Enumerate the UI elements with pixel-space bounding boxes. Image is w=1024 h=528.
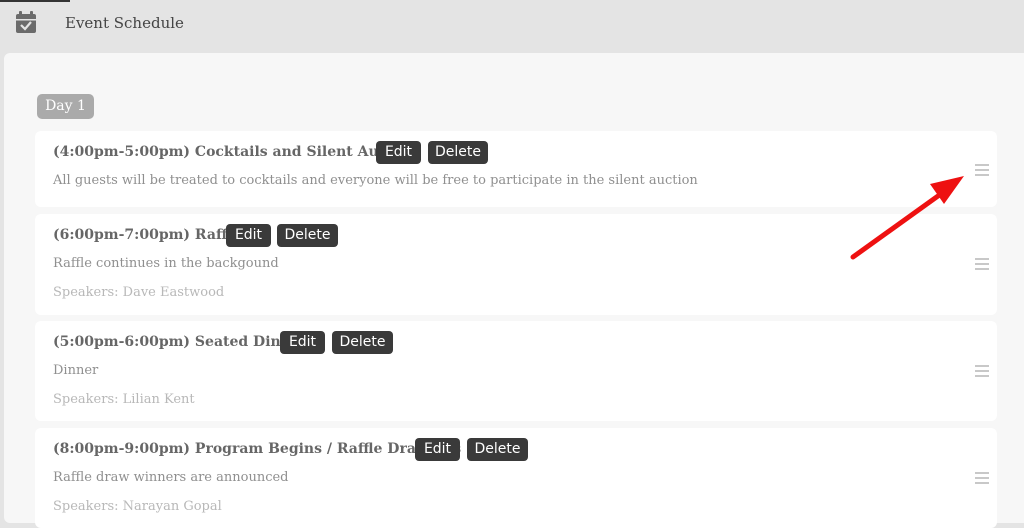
delete-button[interactable]: Delete — [277, 224, 338, 247]
day-badge[interactable]: Day 1 — [37, 94, 94, 119]
event-title: (4:00pm-5:00pm) Cocktails and Silent Auc… — [53, 144, 419, 160]
event-speakers: Speakers: Narayan Gopal — [53, 499, 222, 514]
header-bar: Event Schedule — [0, 0, 1024, 48]
edit-button[interactable]: Edit — [376, 141, 421, 164]
event-description: Raffle draw winners are announced — [53, 470, 289, 485]
annotation-arrow-icon — [850, 176, 964, 260]
edit-button[interactable]: Edit — [280, 331, 325, 354]
event-card: (8:00pm-9:00pm) Program Begins / Raffle … — [35, 428, 997, 528]
edit-button[interactable]: Edit — [226, 224, 271, 247]
event-card: (5:00pm-6:00pm) Seated Dinner Edit Delet… — [35, 321, 997, 421]
event-title: (6:00pm-7:00pm) Raffle — [53, 227, 241, 243]
drag-handle-icon[interactable] — [975, 472, 989, 484]
drag-handle-icon[interactable] — [975, 164, 989, 176]
event-description: Dinner — [53, 363, 99, 378]
delete-button[interactable]: Delete — [467, 438, 528, 461]
event-description: Raffle continues in the backgound — [53, 256, 279, 271]
event-speakers: Speakers: Dave Eastwood — [53, 285, 225, 300]
delete-button[interactable]: Delete — [428, 141, 488, 164]
event-description: All guests will be treated to cocktails … — [53, 173, 698, 188]
delete-button[interactable]: Delete — [332, 331, 393, 354]
event-title: (5:00pm-6:00pm) Seated Dinner — [53, 334, 308, 350]
edit-button[interactable]: Edit — [415, 438, 460, 461]
event-title: (8:00pm-9:00pm) Program Begins / Raffle … — [53, 441, 462, 457]
page-title: Event Schedule — [65, 14, 184, 32]
drag-handle-icon[interactable] — [975, 258, 989, 270]
drag-handle-icon[interactable] — [975, 365, 989, 377]
event-speakers: Speakers: Lilian Kent — [53, 392, 195, 407]
calendar-check-icon — [16, 11, 36, 33]
